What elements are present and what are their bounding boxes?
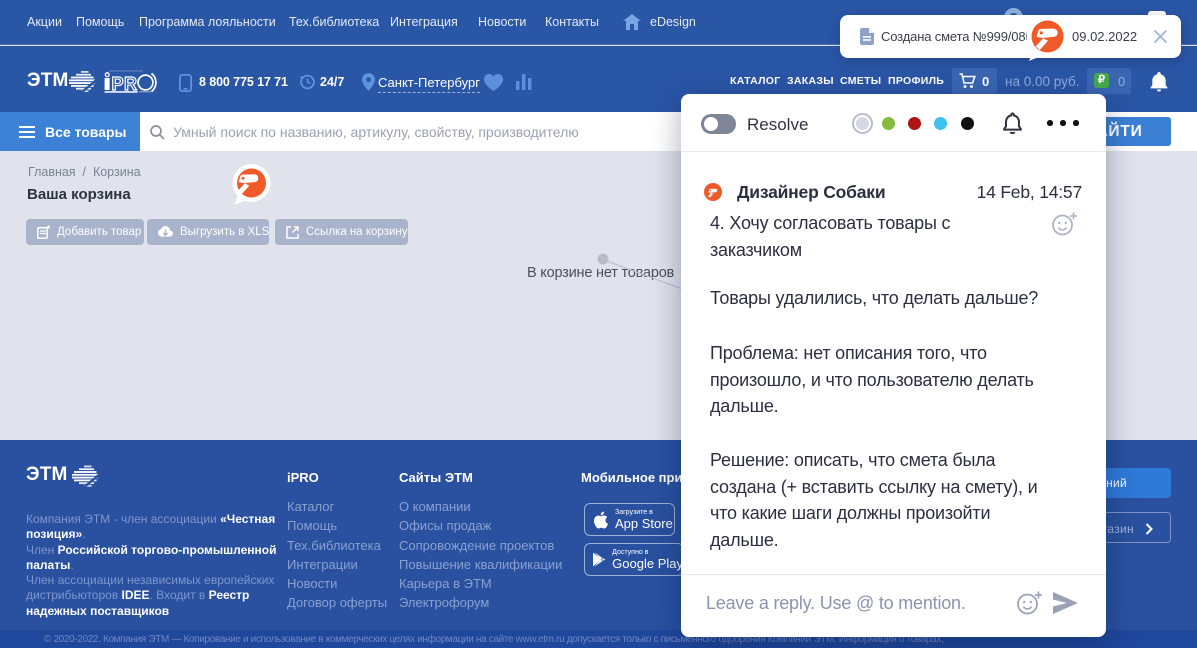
svg-text:PR: PR [112, 74, 138, 93]
